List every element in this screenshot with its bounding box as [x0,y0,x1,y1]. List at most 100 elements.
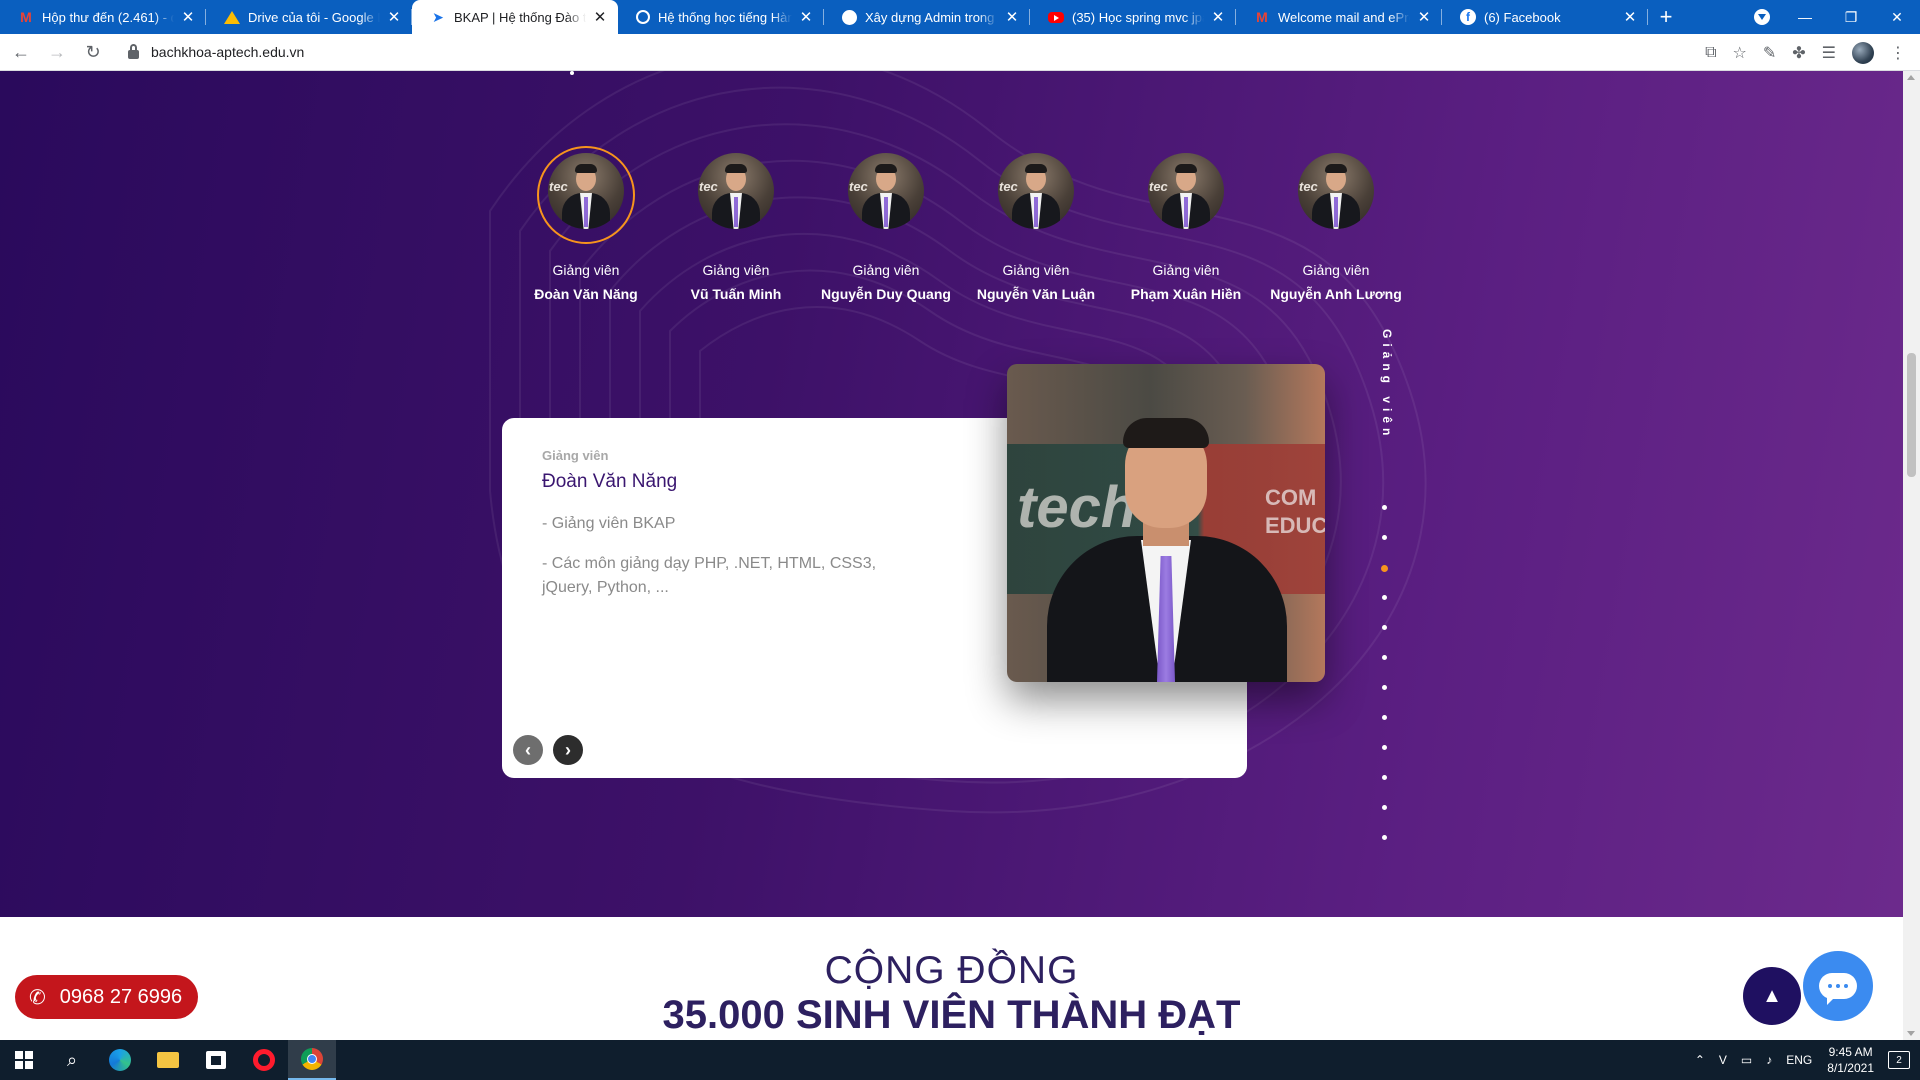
forward-icon[interactable]: → [42,37,72,67]
page-scrollbar[interactable] [1903,71,1920,1040]
close-icon[interactable]: ✕ [1416,8,1432,26]
lock-icon[interactable] [128,43,139,59]
pagination-dot[interactable] [1382,745,1387,750]
tab-search-icon[interactable] [1754,9,1770,25]
browser-tab[interactable]: Xây dựng Admin trong An ✕ [824,0,1030,34]
folder-icon [157,1052,179,1068]
lecturer-name[interactable]: Nguyễn Duy Quang [821,286,951,302]
pagination-dot[interactable] [1382,775,1387,780]
avatar-wrapper: tec [537,146,635,244]
browser-tab[interactable]: M Welcome mail and eProjec ✕ [1236,0,1442,34]
address-bar[interactable]: bachkhoa-aptech.edu.vn [114,37,1714,67]
prev-arrow-button[interactable]: ‹ [513,735,543,765]
avatar-wrapper: tec [687,146,785,236]
volume-icon[interactable]: ♪ [1766,1053,1772,1067]
minimize-icon[interactable]: — [1782,9,1828,25]
avatar-wrapper: tec [1137,146,1235,236]
browser-tab[interactable]: Drive của tôi - Google Driv ✕ [206,0,412,34]
close-icon[interactable]: ✕ [386,8,402,26]
lecturer-avatar[interactable]: tec [848,153,924,229]
store-icon [206,1051,226,1069]
lecturer-item[interactable]: tec Giảng viên Nguyễn Anh Lương [1261,146,1411,302]
opera-app[interactable] [240,1040,288,1080]
browser-tab[interactable]: Hệ thống học tiếng Hàn tr ✕ [618,0,824,34]
pagination-dot[interactable] [1382,535,1387,540]
bookmark-star-icon[interactable]: ☆ [1733,43,1747,63]
network-icon[interactable]: ▭ [1741,1053,1752,1067]
lecturer-name[interactable]: Nguyễn Anh Lương [1270,286,1402,302]
clock[interactable]: 9:45 AM 8/1/2021 [1827,1044,1874,1076]
lecturer-item[interactable]: tec Giảng viên Vũ Tuấn Minh [661,146,811,302]
new-tab-icon[interactable]: + [1648,0,1684,34]
profile-avatar[interactable] [1852,41,1874,64]
tab-title: Hộp thư đến (2.461) - danc [42,9,174,25]
scrollbar-thumb[interactable] [1907,353,1916,477]
show-hidden-icons-icon[interactable]: ⌃ [1695,1053,1705,1067]
system-tray: ⌃ V ▭ ♪ ENG 9:45 AM 8/1/2021 2 [1688,1040,1920,1080]
page-viewport: tec Giảng viên Đoàn Văn Năng tec Giảng v… [0,71,1903,1040]
lecturer-avatar[interactable]: tec [998,153,1074,229]
close-icon[interactable]: ✕ [180,8,196,26]
lecturer-name[interactable]: Đoàn Văn Năng [534,286,637,302]
browser-tab-active[interactable]: ➤ BKAP | Hệ thống Đào tạo C ✕ [412,0,618,34]
edge-app[interactable] [96,1040,144,1080]
next-arrow-button[interactable]: › [553,735,583,765]
browser-tab[interactable]: f (6) Facebook ✕ [1442,0,1648,34]
back-icon[interactable]: ← [6,37,36,67]
lecturer-item[interactable]: tec Giảng viên Nguyễn Duy Quang [811,146,961,302]
restore-icon[interactable]: ❐ [1828,9,1874,26]
lecturer-name[interactable]: Phạm Xuân Hiền [1131,286,1241,302]
scroll-down-arrow-icon[interactable] [1907,1031,1915,1036]
avatar-hair [575,164,597,173]
menu-dots-icon[interactable]: ⋮ [1890,43,1906,63]
pagination-dot[interactable] [1382,835,1387,840]
reload-icon[interactable]: ↻ [78,37,108,67]
avatar-wrapper: tec [837,146,935,236]
pagination-dot[interactable] [1382,685,1387,690]
close-window-icon[interactable]: ✕ [1874,9,1920,26]
pagination-dot-active[interactable] [1381,565,1388,572]
lecturer-name[interactable]: Nguyễn Văn Luận [977,286,1095,302]
close-icon[interactable]: ✕ [592,8,608,26]
browser-tab[interactable]: (35) Học spring mvc jpa jsp ✕ [1030,0,1236,34]
close-icon[interactable]: ✕ [1622,8,1638,26]
search-icon[interactable]: ⌕ [48,1040,96,1080]
vpn-icon[interactable]: V [1719,1053,1727,1067]
extensions-puzzle-icon[interactable]: ✤ [1792,43,1805,63]
lecturer-item[interactable]: tec Giảng viên Nguyễn Văn Luận [961,146,1111,302]
community-section: CỘNG ĐỒNG 35.000 SINH VIÊN THÀNH ĐẠT [0,917,1903,1040]
pagination-dot[interactable] [1382,505,1387,510]
close-icon[interactable]: ✕ [1210,8,1226,26]
lecturer-avatar[interactable]: tec [1148,153,1224,229]
file-explorer-app[interactable] [144,1040,192,1080]
reading-list-icon[interactable]: ☰ [1822,43,1836,63]
scroll-to-top-button[interactable]: ▲ [1743,967,1801,1025]
lecturer-avatar[interactable]: tec [698,153,774,229]
store-app[interactable] [192,1040,240,1080]
url-text[interactable]: bachkhoa-aptech.edu.vn [151,44,304,60]
hotline-button[interactable]: ✆ 0968 27 6996 [15,975,198,1019]
pagination-dot[interactable] [1382,595,1387,600]
lecturer-name[interactable]: Vũ Tuấn Minh [691,286,782,302]
lecturer-item[interactable]: tec Giảng viên Phạm Xuân Hiền [1111,146,1261,302]
lecturer-item[interactable]: tec Giảng viên Đoàn Văn Năng [511,146,661,302]
notifications-icon[interactable]: 2 [1888,1051,1910,1069]
lecturer-avatar[interactable]: tec [1298,153,1374,229]
start-button[interactable] [0,1040,48,1080]
hotline-number[interactable]: 0968 27 6996 [60,986,182,1009]
chat-button[interactable] [1803,951,1873,1021]
avatar-wrapper: tec [987,146,1085,236]
pagination-dot[interactable] [1382,805,1387,810]
chrome-app[interactable] [288,1040,336,1080]
close-icon[interactable]: ✕ [1004,8,1020,26]
extension-pen-icon[interactable]: ✎ [1763,43,1776,63]
close-icon[interactable]: ✕ [798,8,814,26]
input-language[interactable]: ENG [1786,1053,1812,1067]
lecturer-avatar[interactable]: tec [548,153,624,229]
pagination-dot[interactable] [1382,655,1387,660]
scroll-up-arrow-icon[interactable] [1907,75,1915,80]
pagination-dot[interactable] [1382,715,1387,720]
translate-icon[interactable]: ⧉ [1705,44,1716,62]
pagination-dot[interactable] [1382,625,1387,630]
browser-tab[interactable]: M Hộp thư đến (2.461) - danc ✕ [0,0,206,34]
